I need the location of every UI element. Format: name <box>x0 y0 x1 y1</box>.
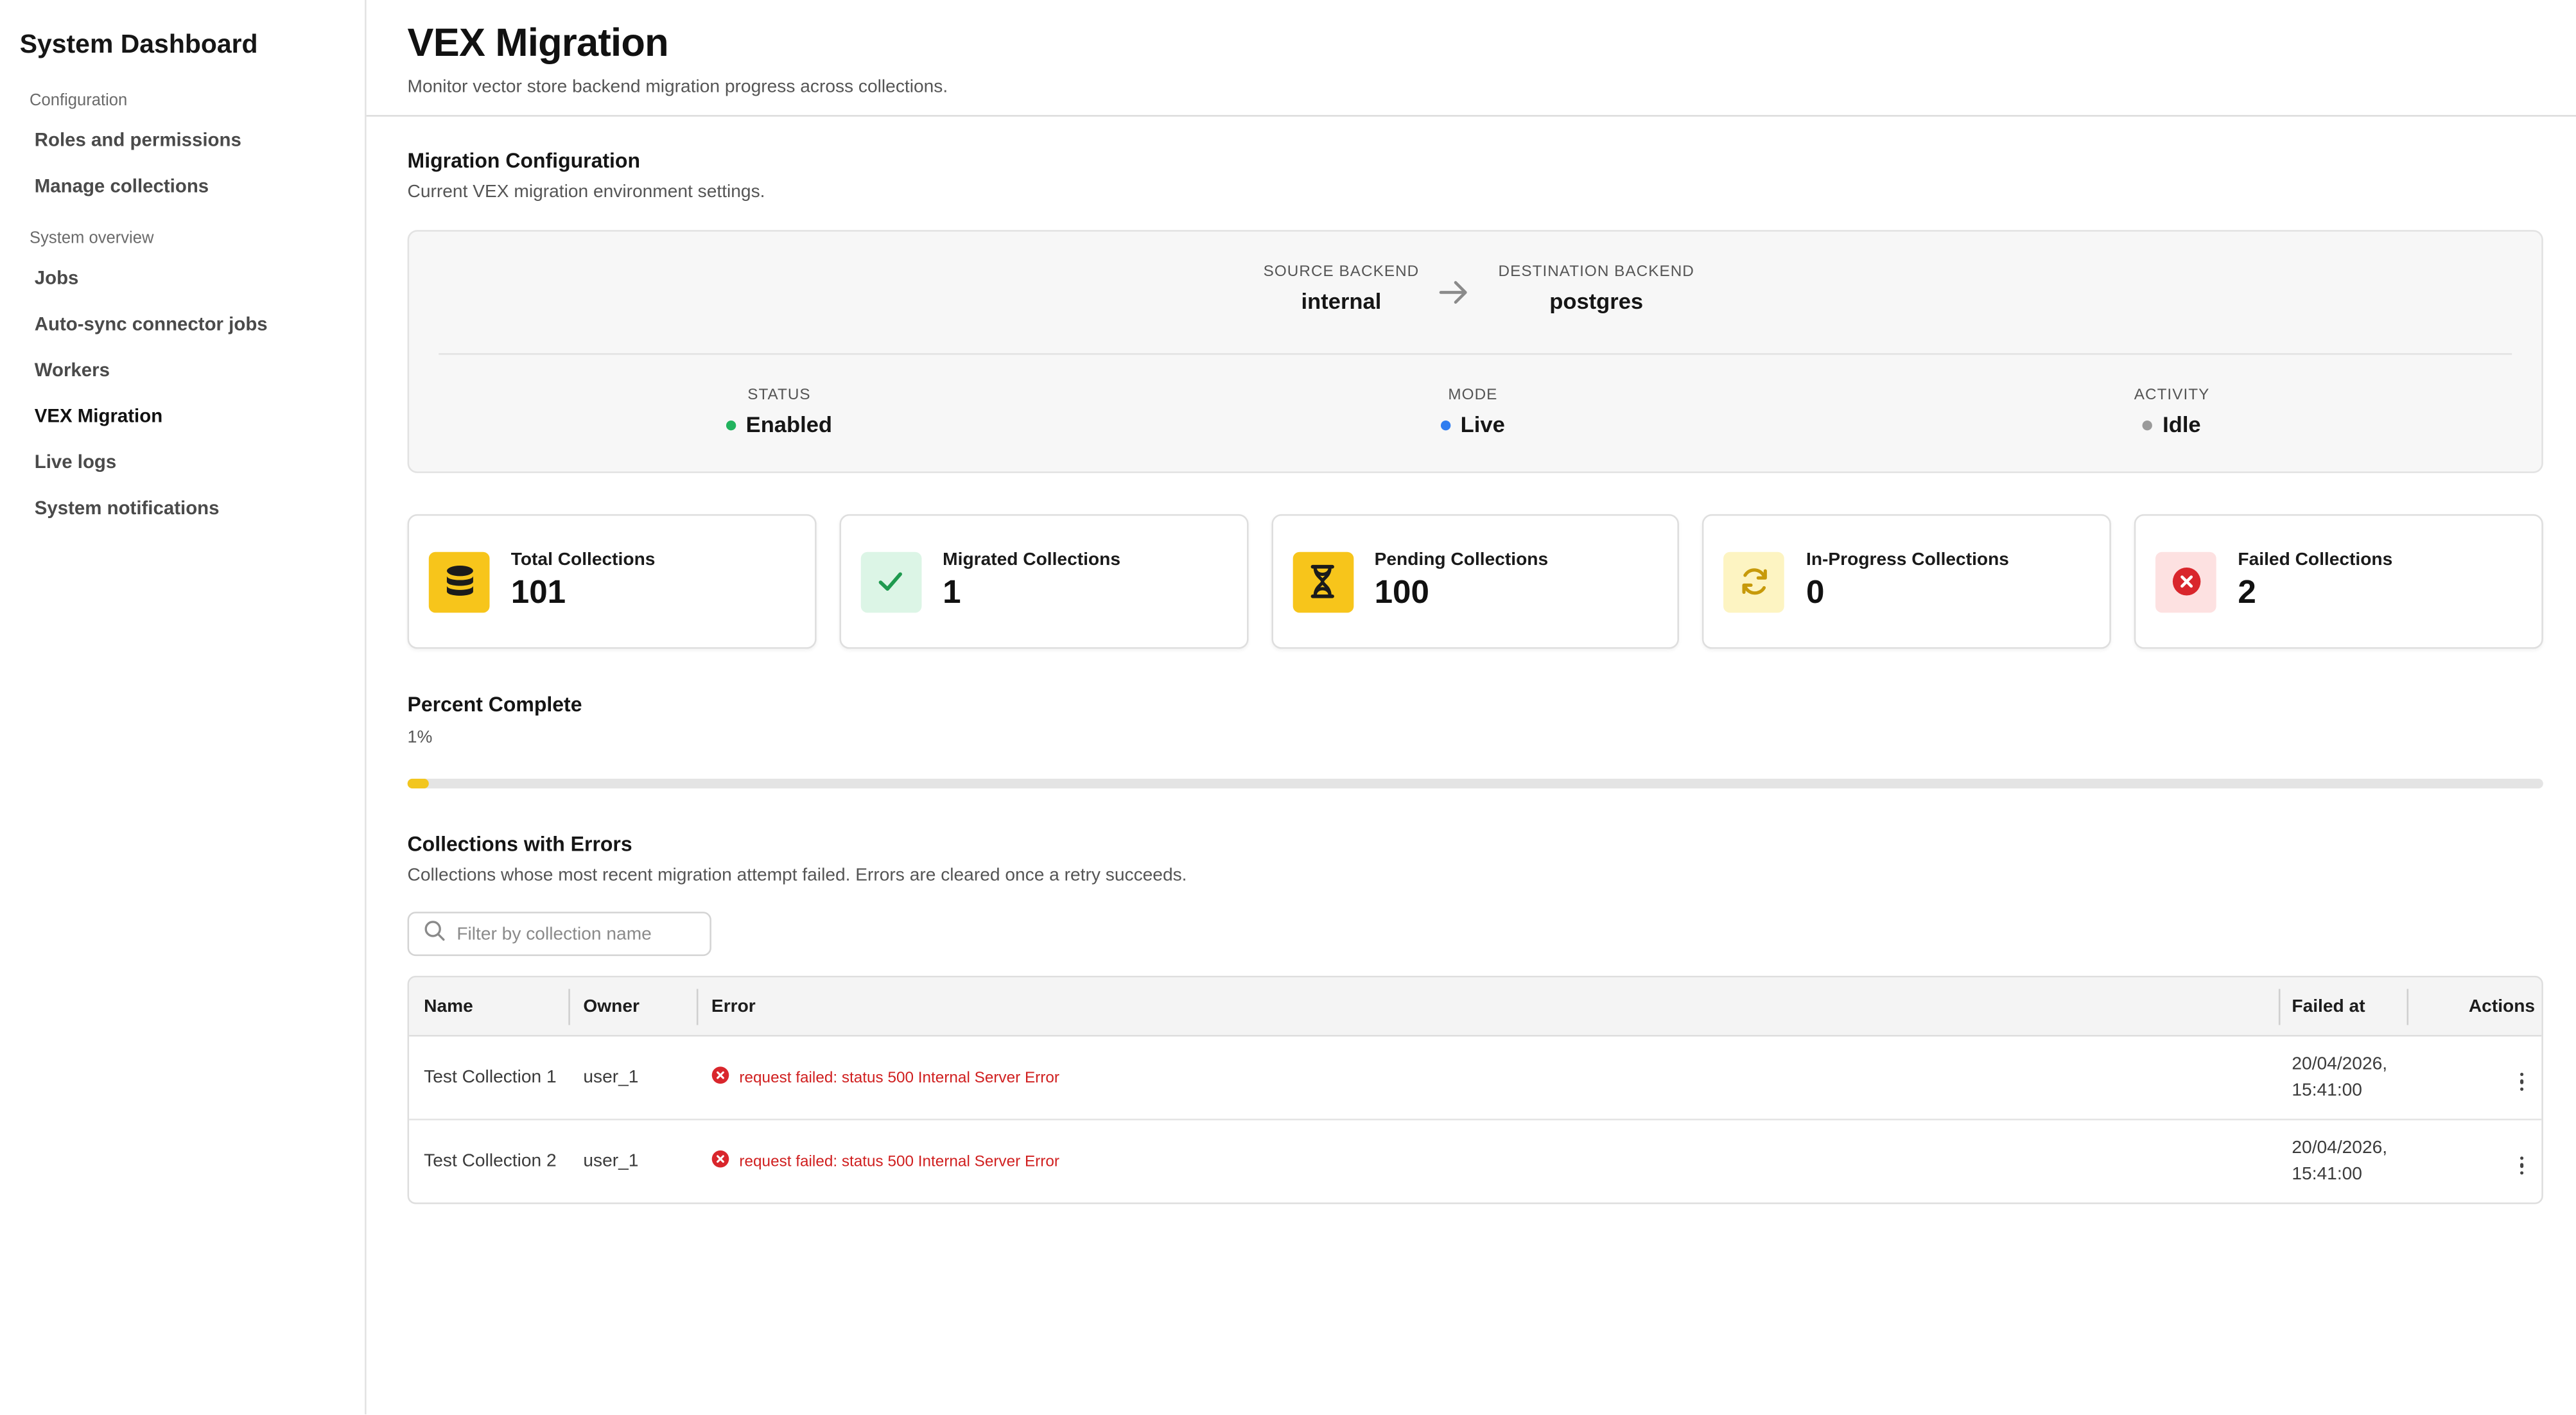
status-dot-icon <box>726 419 736 430</box>
in-progress-collections-label: In-Progress Collections <box>1806 550 2009 570</box>
errors-subtitle: Collections whose most recent migration … <box>407 865 1187 886</box>
page-subtitle: Monitor vector store backend migration p… <box>407 77 948 97</box>
activity-label: ACTIVITY <box>2134 386 2210 404</box>
progress-bar <box>407 778 2543 789</box>
main-content: VEX Migration Monitor vector store backe… <box>366 0 2576 1414</box>
migrated-collections-value: 1 <box>943 575 961 611</box>
page-header: VEX Migration Monitor vector store backe… <box>366 0 2576 117</box>
sidebar-item-live-logs[interactable]: Live logs <box>0 440 365 487</box>
pending-collections-card: Pending Collections 100 <box>1271 514 1680 649</box>
row-name: Test Collection 2 <box>424 1151 557 1172</box>
error-icon <box>711 1150 729 1173</box>
config-subtitle: Current VEX migration environment settin… <box>407 182 765 202</box>
sidebar-item-auto-sync-connector-jobs[interactable]: Auto-sync connector jobs <box>0 302 365 349</box>
filter-box <box>407 912 711 957</box>
status-label: STATUS <box>747 386 811 404</box>
row-error-message: request failed: status 500 Internal Serv… <box>739 1068 1060 1087</box>
more-actions-icon[interactable] <box>2509 1068 2533 1094</box>
sidebar: System Dashboard Configuration Roles and… <box>0 0 367 1415</box>
column-header-actions: Actions <box>2468 996 2536 1016</box>
config-panel: SOURCE BACKEND internal DESTINATION BACK… <box>407 230 2543 473</box>
refresh-icon <box>1724 551 1785 612</box>
collections-with-errors-section: Collections with Errors Collections whos… <box>407 833 2543 1204</box>
column-separator[interactable] <box>2406 989 2409 1025</box>
table-row[interactable]: Test Collection 1 user_1 request failed:… <box>409 1037 2542 1121</box>
sidebar-item-jobs[interactable]: Jobs <box>0 256 365 302</box>
percent-complete-section: Percent Complete 1% <box>407 693 2543 789</box>
activity-metric: ACTIVITY Idle <box>2134 386 2210 437</box>
destination-backend-label: DESTINATION BACKEND <box>1498 263 1694 281</box>
failed-collections-value: 2 <box>2238 575 2256 611</box>
table-row[interactable]: Test Collection 2 user_1 request failed:… <box>409 1120 2541 1202</box>
source-backend-value: internal <box>1301 289 1382 314</box>
stat-cards: Total Collections 101 Migrated Collectio… <box>407 514 2543 649</box>
migrated-collections-card: Migrated Collections 1 <box>839 514 1248 649</box>
sidebar-item-vex-migration[interactable]: VEX Migration <box>0 394 365 440</box>
errors-title: Collections with Errors <box>407 833 632 856</box>
mode-dot-icon <box>1440 419 1451 430</box>
column-header-name[interactable]: Name <box>409 996 568 1016</box>
errors-table: Name Owner Error Failed at Actions Test … <box>407 975 2543 1204</box>
sidebar-item-roles-and-permissions[interactable]: Roles and permissions <box>0 118 365 164</box>
row-failed-time: 15:41:00 <box>2292 1165 2362 1185</box>
more-actions-icon[interactable] <box>2509 1152 2533 1178</box>
activity-value: Idle <box>2163 412 2201 437</box>
column-header-failed-at[interactable]: Failed at <box>2279 993 2408 1020</box>
column-header-error[interactable]: Error <box>697 996 2279 1016</box>
column-separator[interactable] <box>568 989 570 1025</box>
status-metric: STATUS Enabled <box>726 386 832 437</box>
mode-value: Live <box>1460 412 1505 437</box>
row-failed-time: 15:41:00 <box>2292 1081 2362 1101</box>
in-progress-collections-card: In-Progress Collections 0 <box>1702 514 2112 649</box>
status-value: Enabled <box>745 412 833 437</box>
failed-collections-label: Failed Collections <box>2238 550 2393 570</box>
destination-backend: DESTINATION BACKEND postgres <box>1499 263 1694 313</box>
sidebar-section-system-overview: System overview <box>30 230 154 248</box>
pending-collections-value: 100 <box>1374 575 1429 611</box>
sidebar-item-workers[interactable]: Workers <box>0 348 365 394</box>
arrow-right-icon <box>1438 277 1470 315</box>
source-backend: SOURCE BACKEND internal <box>1264 263 1420 313</box>
sidebar-item-manage-collections[interactable]: Manage collections <box>0 164 365 211</box>
config-divider <box>439 353 2512 355</box>
column-separator[interactable] <box>696 989 699 1025</box>
hourglass-icon <box>1292 551 1353 612</box>
sidebar-title: System Dashboard <box>19 31 258 60</box>
progress-bar-fill <box>407 778 429 789</box>
config-title: Migration Configuration <box>407 149 641 173</box>
total-collections-card: Total Collections 101 <box>407 514 817 649</box>
sidebar-section-configuration: Configuration <box>30 92 128 110</box>
row-error-message: request failed: status 500 Internal Serv… <box>739 1152 1060 1171</box>
row-owner: user_1 <box>583 1151 639 1172</box>
mode-metric: MODE Live <box>1440 386 1505 437</box>
row-failed-date: 20/04/2026, <box>2292 1138 2388 1158</box>
column-separator[interactable] <box>2278 989 2281 1025</box>
column-header-owner[interactable]: Owner <box>568 996 697 1016</box>
row-owner: user_1 <box>583 1068 639 1088</box>
x-circle-icon <box>2155 551 2217 612</box>
database-icon <box>428 551 490 612</box>
page-title: VEX Migration <box>407 21 669 66</box>
table-header: Name Owner Error Failed at Actions <box>409 977 2542 1037</box>
in-progress-collections-value: 0 <box>1806 575 1825 611</box>
activity-dot-icon <box>2143 419 2153 430</box>
source-backend-label: SOURCE BACKEND <box>1263 263 1420 281</box>
migrated-collections-label: Migrated Collections <box>943 550 1120 570</box>
row-failed-date: 20/04/2026, <box>2292 1054 2388 1075</box>
row-name: Test Collection 1 <box>424 1068 557 1088</box>
error-icon <box>711 1066 729 1089</box>
percent-complete-value: 1% <box>407 727 433 748</box>
destination-backend-value: postgres <box>1549 289 1644 314</box>
failed-collections-card: Failed Collections 2 <box>2134 514 2543 649</box>
check-icon <box>860 551 921 612</box>
total-collections-label: Total Collections <box>510 550 656 570</box>
percent-complete-title: Percent Complete <box>407 693 582 716</box>
mode-label: MODE <box>1448 386 1498 404</box>
total-collections-value: 101 <box>510 575 566 611</box>
collection-filter-input[interactable] <box>457 924 687 944</box>
pending-collections-label: Pending Collections <box>1374 550 1549 570</box>
sidebar-item-system-notifications[interactable]: System notifications <box>0 486 365 532</box>
search-icon <box>424 919 445 949</box>
